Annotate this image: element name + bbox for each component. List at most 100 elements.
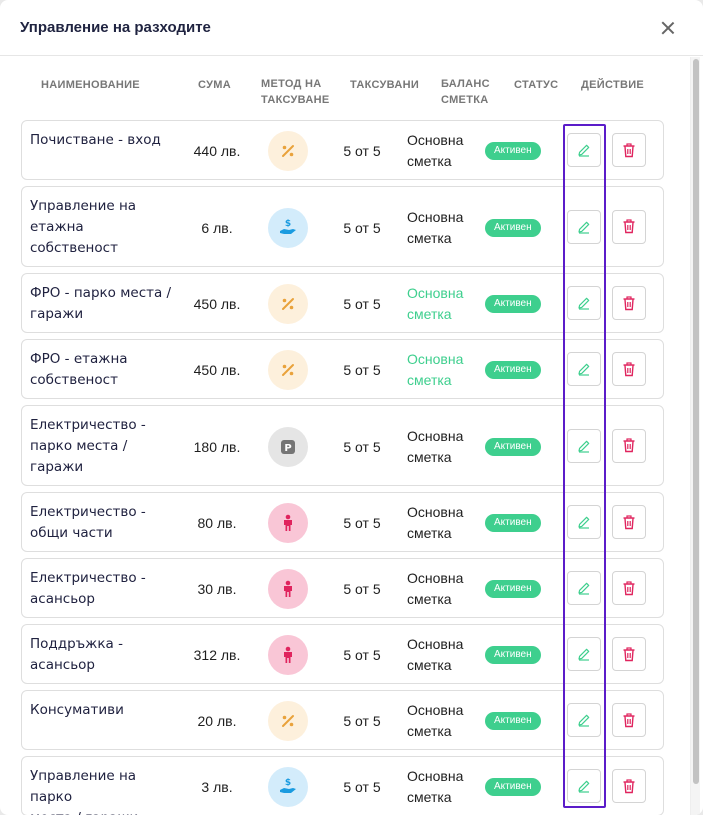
modal-header: Управление на разходите	[0, 0, 703, 56]
edit-button[interactable]	[567, 352, 601, 386]
expense-name-line: Консумативи	[30, 702, 124, 718]
delete-button[interactable]	[612, 571, 646, 605]
edit-button[interactable]	[567, 571, 601, 605]
pencil-icon	[577, 362, 591, 376]
taxed-count: 5 от 5	[343, 219, 381, 236]
trash-icon	[622, 438, 636, 453]
trash-icon	[622, 580, 636, 596]
trash-icon	[622, 295, 636, 311]
account-line: Основна	[407, 427, 464, 444]
delete-button[interactable]	[612, 286, 646, 320]
expense-name-line: собственост	[30, 240, 118, 256]
account-line: сметка	[407, 153, 452, 169]
delete-button[interactable]	[612, 209, 646, 244]
delete-button[interactable]	[612, 352, 646, 386]
trash-icon	[622, 361, 636, 377]
expense-amount: 3 лв.	[201, 779, 233, 795]
delete-button[interactable]	[612, 637, 646, 671]
percent-icon	[280, 362, 296, 378]
expense-name-line: асансьор	[30, 657, 96, 673]
column-header-status: СТАТУС	[514, 79, 559, 91]
taxed-count: 5 от 5	[343, 143, 381, 159]
billing-method-badge	[268, 701, 308, 741]
expense-name-line: Почистване - вход	[30, 132, 161, 148]
table-row: Електричество - асансьор 30 лв. 5 от 5 Основ…	[21, 558, 664, 618]
billing-method-badge	[268, 503, 308, 543]
expense-name-line: Управление на парко	[30, 768, 137, 805]
account-line: сметка	[407, 372, 452, 388]
balance-account: Основна сметка	[407, 130, 477, 172]
edit-button[interactable]	[567, 769, 601, 803]
delete-button[interactable]	[612, 769, 646, 803]
balance-account: Основна сметка	[407, 502, 477, 544]
table-row: Електричество - парко места / гаражи 180 лв…	[21, 405, 664, 486]
table-row: ФРО - етажна собственост 450 лв. 5 от 5 Осно…	[21, 339, 664, 399]
account-line: сметка	[407, 591, 452, 607]
column-header-action: ДЕЙСТВИЕ	[581, 79, 645, 91]
account-line: сметка	[407, 789, 452, 805]
edit-button[interactable]	[567, 286, 601, 320]
edit-button[interactable]	[567, 428, 601, 463]
delete-button[interactable]	[612, 133, 646, 167]
expense-management-modal: Управление на разходите НАИМЕНОВАНИЕ СУМ…	[0, 0, 703, 815]
expense-name-line: места / гаражи	[30, 808, 180, 815]
delete-button[interactable]	[612, 428, 646, 463]
billing-method-badge	[268, 635, 308, 675]
pencil-icon	[577, 143, 591, 157]
status-badge: Активен	[485, 295, 541, 313]
status-badge: Активен	[485, 514, 541, 532]
delete-button[interactable]	[612, 703, 646, 737]
account-line: сметка	[407, 306, 452, 322]
expense-name: Електричество - асансьор	[30, 568, 180, 610]
expense-amount: 450 лв.	[193, 296, 241, 312]
status-badge: Активен	[485, 361, 541, 379]
status-badge: Активен	[485, 778, 541, 796]
modal-body[interactable]: НАИМЕНОВАНИЕ СУМА МЕТОД НА ТАКСУВАНЕ ТАК…	[0, 57, 703, 815]
edit-button[interactable]	[567, 209, 601, 244]
account-line: Основна	[407, 636, 464, 652]
scrollbar[interactable]	[690, 57, 700, 815]
account-line: сметка	[407, 657, 452, 673]
account-line: сметка	[407, 525, 452, 541]
account-line: Основна	[407, 285, 464, 301]
trash-icon	[622, 219, 636, 234]
delete-button[interactable]	[612, 505, 646, 539]
expense-name-line: парко места /	[30, 438, 128, 454]
account-line: Основна	[407, 351, 464, 367]
expense-name-line: етажна	[30, 219, 84, 235]
column-header-amount: СУМА	[198, 79, 231, 91]
edit-button[interactable]	[567, 637, 601, 671]
expense-name: Управление на етажна собственост	[30, 196, 180, 259]
taxed-count: 5 от 5	[343, 515, 381, 531]
balance-account: Основна сметка	[407, 766, 477, 808]
svg-text:P: P	[284, 443, 291, 454]
parking-icon: P	[280, 439, 296, 455]
expense-name-line: Електричество -	[30, 417, 146, 433]
pencil-icon	[577, 713, 591, 727]
pencil-icon	[577, 581, 591, 595]
table-row: Консумативи 20 лв. 5 от 5 Основна сметка Акти…	[21, 690, 664, 750]
table-row: Поддръжка - асансьор 312 лв. 5 от 5 Основна с…	[21, 624, 664, 684]
taxed-count: 5 от 5	[343, 779, 381, 795]
taxed-count: 5 от 5	[343, 362, 381, 378]
person-icon	[281, 646, 295, 664]
expense-name: Управление на парко места / гаражи	[30, 766, 180, 815]
scrollbar-thumb[interactable]	[693, 59, 699, 784]
edit-button[interactable]	[567, 505, 601, 539]
expense-name: Консумативи	[30, 700, 180, 721]
percent-icon	[280, 713, 296, 729]
table-row: Управление на парко места / гаражи 3 лв. $5…	[21, 756, 664, 815]
edit-button[interactable]	[567, 133, 601, 167]
column-header-method-line2: ТАКСУВАНЕ	[261, 94, 330, 106]
status-badge: Активен	[485, 712, 541, 730]
taxed-count: 5 от 5	[343, 438, 381, 455]
expense-name: ФРО - парко места / гаражи	[30, 283, 180, 325]
table-row: Управление на етажна собственост 6 лв. $5 от…	[21, 186, 664, 267]
account-line: сметка	[407, 229, 452, 246]
table-row: Електричество - общи части 80 лв. 5 от 5 Осн…	[21, 492, 664, 552]
expense-name-line: гаражи	[30, 306, 84, 322]
edit-button[interactable]	[567, 703, 601, 737]
pencil-icon	[577, 296, 591, 310]
close-icon[interactable]	[659, 19, 677, 37]
status-badge: Активен	[485, 437, 541, 456]
